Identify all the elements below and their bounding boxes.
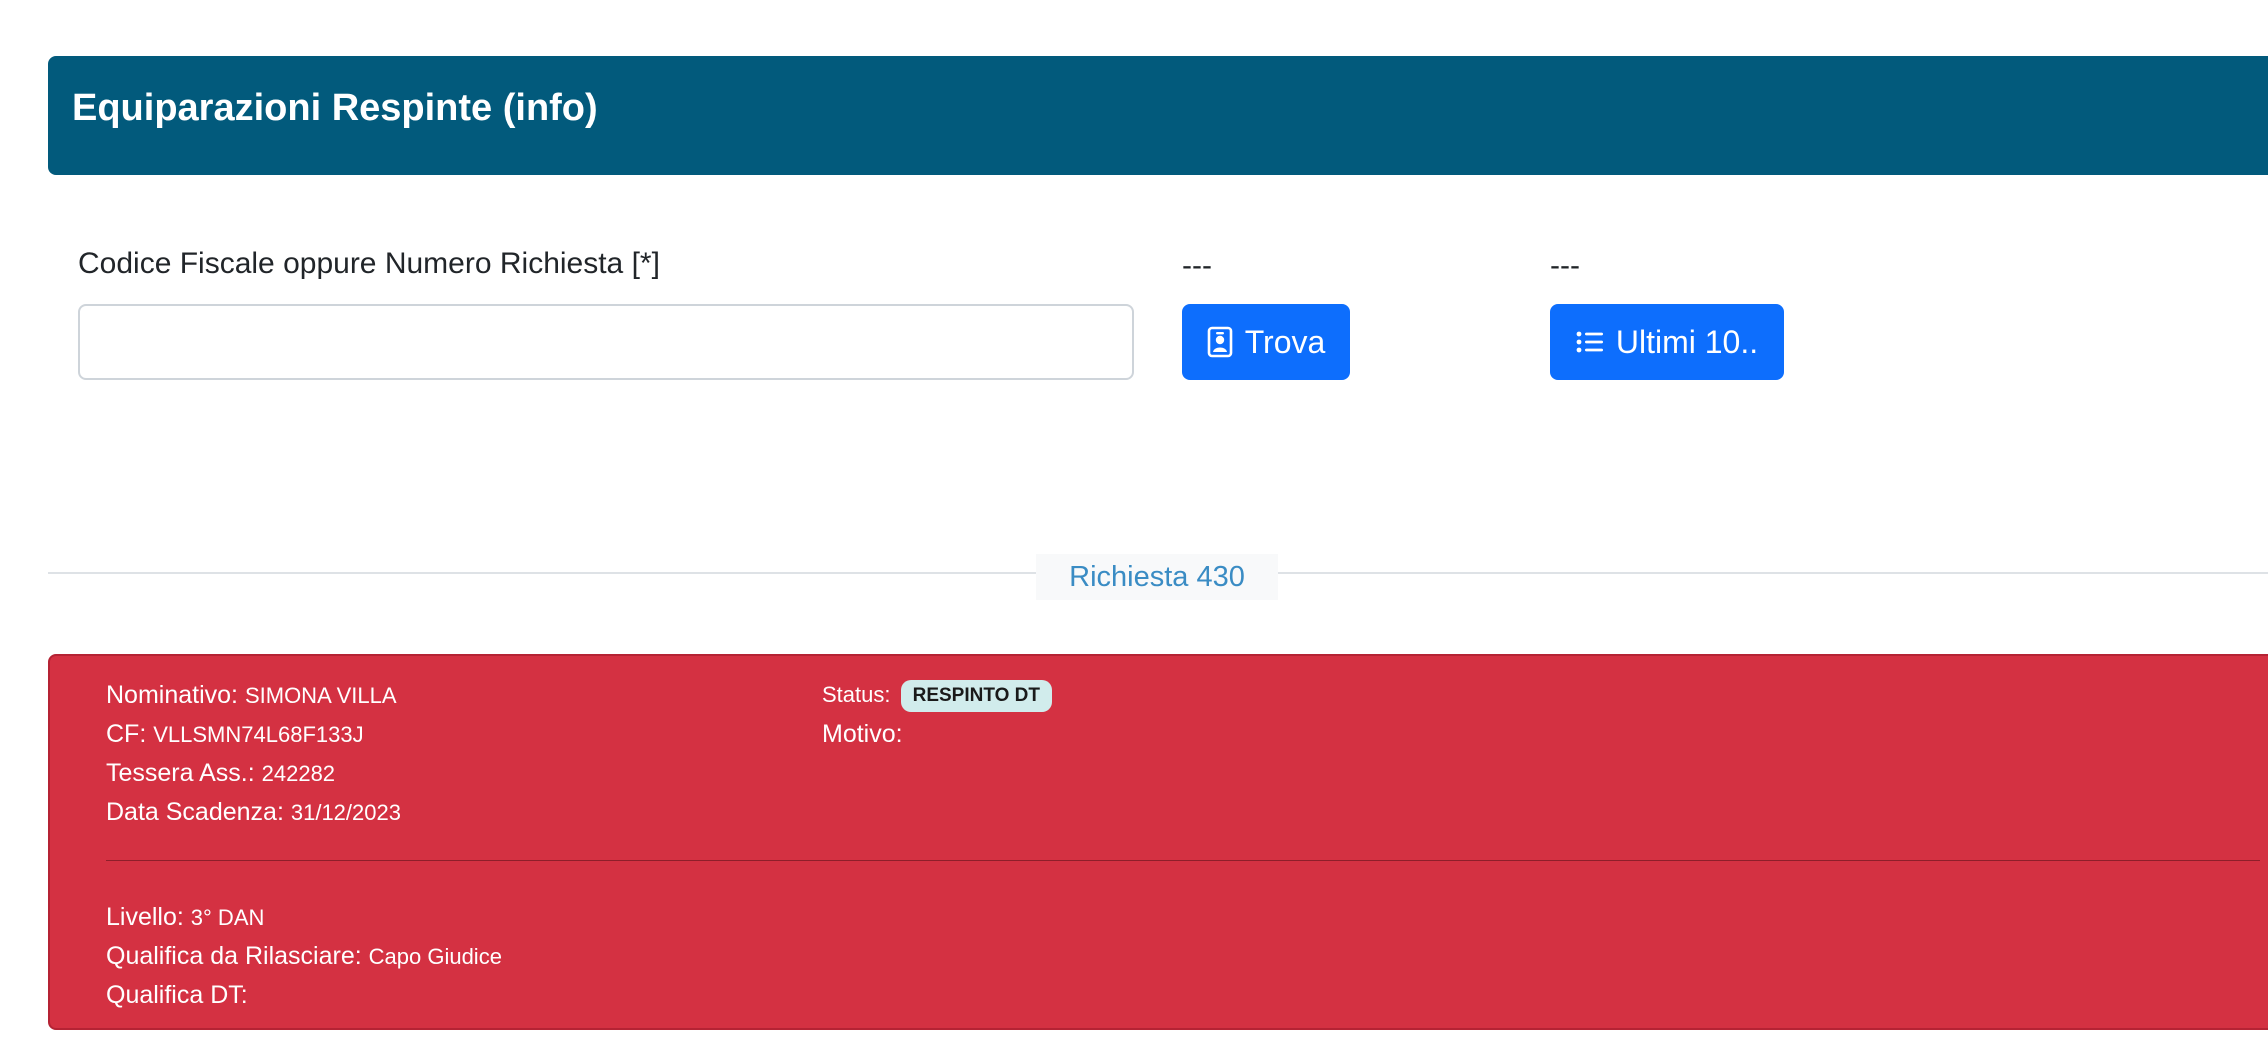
cf-label: CF:: [106, 720, 147, 748]
livello-value: 3° DAN: [190, 905, 265, 930]
search-input[interactable]: [78, 304, 1134, 380]
scadenza-field: Data Scadenza: 31/12/2023: [106, 793, 401, 832]
qualifica-label: Qualifica da Rilasciare:: [106, 942, 362, 970]
livello-label: Livello:: [106, 903, 184, 931]
tessera-label: Tessera Ass.:: [106, 759, 255, 787]
request-card: Nominativo: SIMONA VILLA CF: VLLSMN74L68…: [48, 654, 2268, 1030]
scadenza-value: 31/12/2023: [290, 800, 401, 825]
tessera-field: Tessera Ass.: 242282: [106, 754, 335, 793]
status-field: Status: RESPINTO DT: [822, 676, 1052, 714]
trova-button-label: Trova: [1244, 323, 1326, 360]
qualifica-dt-label: Qualifica DT:: [106, 981, 248, 1009]
request-number-label: Richiesta 430: [1036, 554, 1278, 600]
card-divider: [106, 860, 2260, 861]
list-icon: [1576, 330, 1604, 354]
trova-button[interactable]: Trova: [1182, 304, 1350, 380]
nominativo-field: Nominativo: SIMONA VILLA: [106, 676, 397, 715]
trova-caption: ---: [1182, 249, 1212, 282]
page-title: Equiparazioni Respinte (info): [72, 87, 598, 129]
search-label: Codice Fiscale oppure Numero Richiesta […: [78, 247, 660, 280]
status-badge: RESPINTO DT: [900, 680, 1052, 713]
cf-field: CF: VLLSMN74L68F133J: [106, 715, 364, 754]
status-label: Status:: [822, 682, 891, 707]
ultimi-caption: ---: [1550, 249, 1580, 282]
ultimi-10-button[interactable]: Ultimi 10..: [1550, 304, 1784, 380]
page-header: Equiparazioni Respinte (info): [48, 56, 2268, 175]
livello-field: Livello: 3° DAN: [106, 898, 264, 937]
qualifica-dt-field: Qualifica DT:: [106, 976, 248, 1015]
cf-value: VLLSMN74L68F133J: [153, 722, 364, 747]
scadenza-label: Data Scadenza:: [106, 798, 284, 826]
motivo-field: Motivo:: [822, 715, 903, 754]
nominativo-label: Nominativo:: [106, 681, 238, 709]
tessera-value: 242282: [261, 761, 336, 786]
page: Equiparazioni Respinte (info) Codice Fis…: [0, 0, 2268, 1042]
motivo-label: Motivo:: [822, 720, 903, 748]
qualifica-value: Capo Giudice: [368, 944, 502, 969]
ultimi-10-button-label: Ultimi 10..: [1615, 323, 1759, 360]
qualifica-field: Qualifica da Rilasciare: Capo Giudice: [106, 937, 502, 976]
person-badge-icon: [1207, 326, 1233, 358]
nominativo-value: SIMONA VILLA: [244, 683, 397, 708]
